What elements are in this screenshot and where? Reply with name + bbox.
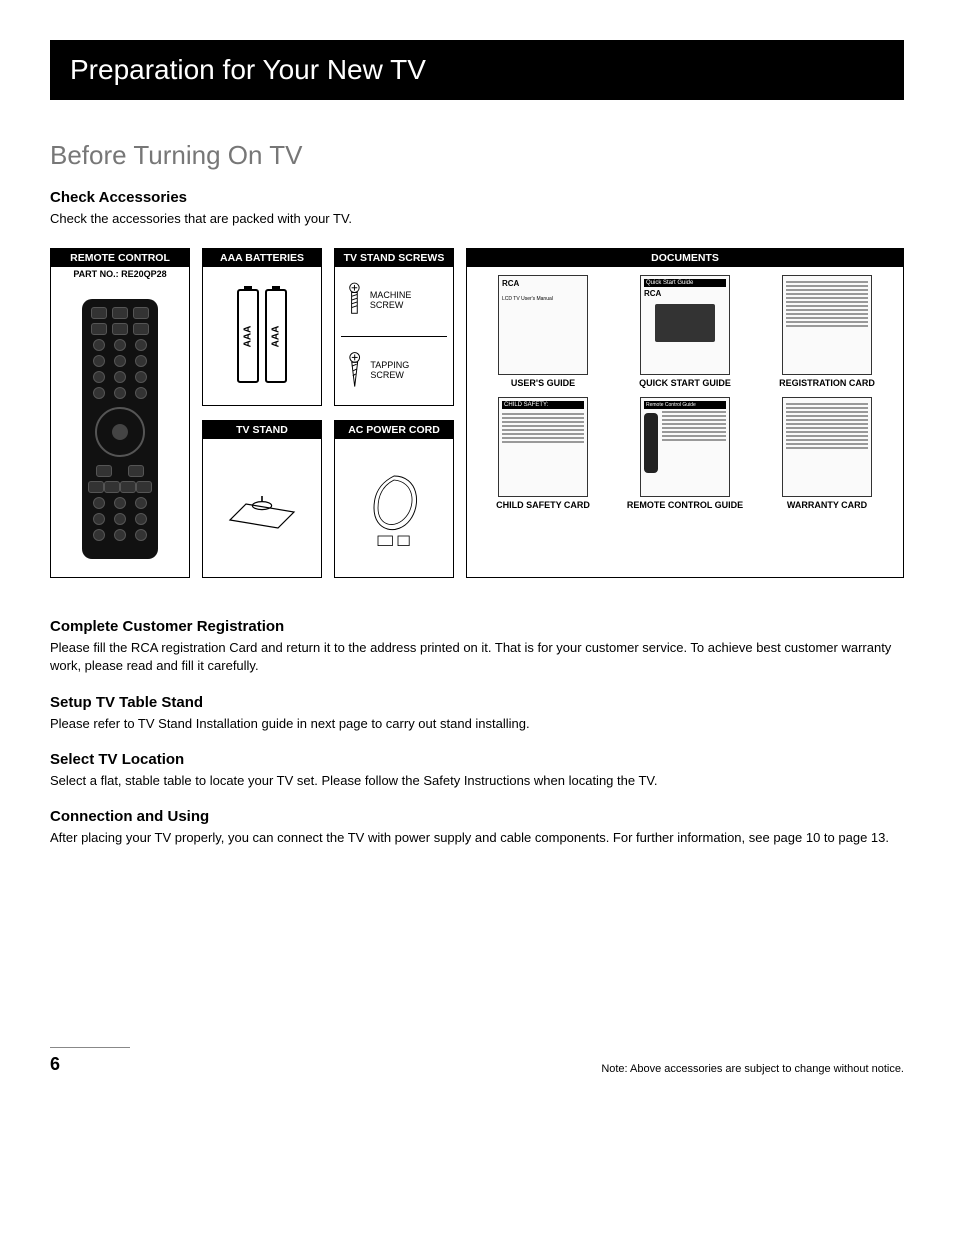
document-item: Remote Control Guide REMOTE CONTROL GUIDE: [623, 397, 747, 511]
document-label: REGISTRATION CARD: [779, 379, 875, 389]
section-heading: Complete Customer Registration: [50, 618, 904, 635]
footer-note: Note: Above accessories are subject to c…: [601, 1063, 904, 1075]
document-label: WARRANTY CARD: [787, 501, 867, 511]
accessory-screws: TV STAND SCREWS MACHINE SCREW: [334, 248, 454, 406]
tapping-screw-icon: [345, 351, 364, 391]
accessory-power-cord: AC POWER CORD: [334, 420, 454, 578]
document-item: WARRANTY CARD: [765, 397, 889, 511]
batteries-header: AAA BATTERIES: [203, 249, 321, 267]
battery-label: AAA: [271, 325, 282, 347]
machine-screw-label: MACHINE SCREW: [370, 291, 443, 311]
document-item: RCALCD TV User's Manual USER'S GUIDE: [481, 275, 605, 389]
documents-grid: RCALCD TV User's Manual USER'S GUIDE Quick…: [467, 267, 903, 519]
section-heading: Select TV Location: [50, 751, 904, 768]
section-body: After placing your TV properly, you can …: [50, 829, 904, 847]
accessory-documents: DOCUMENTS RCALCD TV User's Manual USER'S …: [466, 248, 904, 578]
documents-header: DOCUMENTS: [467, 249, 903, 267]
section-body: Please fill the RCA registration Card an…: [50, 639, 904, 675]
document-thumb: RCALCD TV User's Manual: [498, 275, 588, 375]
accessory-batteries: AAA BATTERIES AAA AAA: [202, 248, 322, 406]
document-label: CHILD SAFETY CARD: [496, 501, 590, 511]
document-thumb: Remote Control Guide: [640, 397, 730, 497]
document-item: REGISTRATION CARD: [765, 275, 889, 389]
text-sections: Complete Customer Registration Please fil…: [50, 618, 904, 847]
accessory-remote: REMOTE CONTROL PART NO.: RE20QP28: [50, 248, 190, 578]
batteries-icon: AAA AAA: [237, 289, 287, 383]
check-accessories-heading: Check Accessories: [50, 189, 904, 206]
section-body: Please refer to TV Stand Installation gu…: [50, 715, 904, 733]
section-title: Before Turning On TV: [50, 140, 904, 171]
power-cord-header: AC POWER CORD: [335, 421, 453, 439]
page-footer: 6 Note: Above accessories are subject to…: [50, 1047, 904, 1075]
tapping-screw-label: TAPPING SCREW: [370, 361, 443, 381]
power-cord-icon: [354, 463, 434, 553]
page-title-bar: Preparation for Your New TV: [50, 40, 904, 100]
document-thumb: CHILD SAFETY:: [498, 397, 588, 497]
section-heading: Connection and Using: [50, 808, 904, 825]
machine-screw-icon: [345, 281, 364, 321]
tv-stand-icon: [222, 478, 302, 538]
accessories-row: REMOTE CONTROL PART NO.: RE20QP28: [50, 248, 904, 578]
remote-part-no: PART NO.: RE20QP28: [73, 267, 166, 281]
accessory-tv-stand: TV STAND: [202, 420, 322, 578]
remote-icon: [82, 299, 158, 559]
document-label: USER'S GUIDE: [511, 379, 575, 389]
check-accessories-text: Check the accessories that are packed wi…: [50, 210, 904, 228]
battery-label: AAA: [243, 325, 254, 347]
tv-stand-header: TV STAND: [203, 421, 321, 439]
document-item: CHILD SAFETY: CHILD SAFETY CARD: [481, 397, 605, 511]
remote-header: REMOTE CONTROL: [51, 249, 189, 267]
document-thumb: [782, 275, 872, 375]
document-label: REMOTE CONTROL GUIDE: [627, 501, 743, 511]
document-item: Quick Start GuideRCA QUICK START GUIDE: [623, 275, 747, 389]
page-number: 6: [50, 1054, 60, 1074]
document-thumb: Quick Start GuideRCA: [640, 275, 730, 375]
section-heading: Setup TV Table Stand: [50, 694, 904, 711]
document-label: QUICK START GUIDE: [639, 379, 731, 389]
section-body: Select a flat, stable table to locate yo…: [50, 772, 904, 790]
document-thumb: [782, 397, 872, 497]
screws-header: TV STAND SCREWS: [335, 249, 453, 267]
